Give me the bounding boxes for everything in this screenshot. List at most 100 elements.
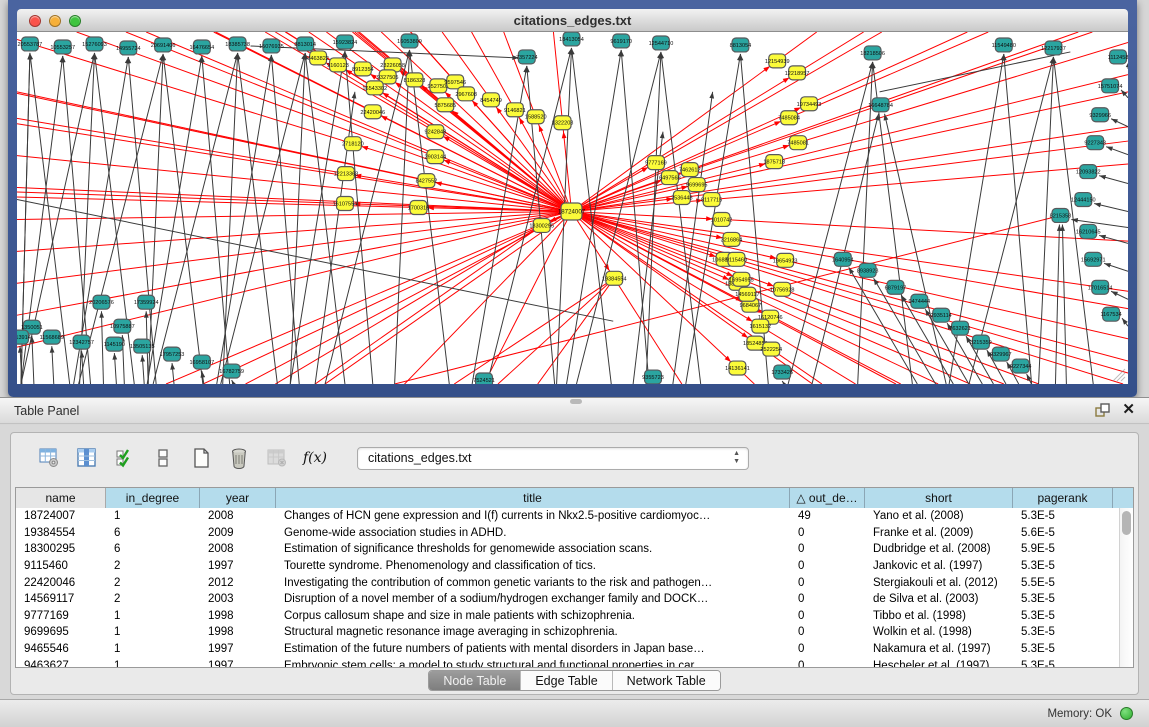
table-row[interactable]: 1456911722003Disruption of a novel membe… [16,591,1119,608]
cell-title[interactable]: Estimation of significance thresholds fo… [276,541,790,558]
cell-short[interactable]: Dudbridge et al. (2008) [865,541,1013,558]
network-canvas[interactable]: 7463822916012389123542322605893275051654… [17,32,1128,384]
cell-in_degree[interactable]: 2 [106,591,200,608]
cell-out_de[interactable]: 49 [790,508,865,525]
table-row[interactable]: 1872400712008Changes of HCN gene express… [16,508,1119,525]
cell-year[interactable]: 2012 [200,574,276,591]
cell-in_degree[interactable]: 2 [106,558,200,575]
table-selector-dropdown[interactable]: citations_edges.txt▲▼ [357,447,749,470]
cell-out_de[interactable]: 0 [790,657,865,667]
cell-year[interactable]: 1997 [200,657,276,667]
cell-title[interactable]: Corpus callosum shape and size in male p… [276,608,790,625]
cell-title[interactable]: Disruption of a novel member of a sodium… [276,591,790,608]
cell-in_degree[interactable]: 1 [106,657,200,667]
cell-short[interactable]: Stergiakouli et al. (2012) [865,574,1013,591]
cell-title[interactable]: Embryonic stem cells: a model to study s… [276,657,790,667]
column-header-short[interactable]: short [865,488,1013,508]
resize-grip-icon[interactable] [1110,366,1126,382]
show-columns-icon[interactable] [75,446,99,470]
cell-out_de[interactable]: 0 [790,591,865,608]
cell-pagerank[interactable]: 5.6E-5 [1013,525,1113,542]
cell-pagerank[interactable]: 5.3E-5 [1013,508,1113,525]
cell-year[interactable]: 1998 [200,608,276,625]
cell-pagerank[interactable]: 5.3E-5 [1013,624,1113,641]
cell-name[interactable]: 9699695 [16,624,106,641]
cell-short[interactable]: Tibbo et al. (1998) [865,608,1013,625]
cell-in_degree[interactable]: 1 [106,508,200,525]
cell-year[interactable]: 1998 [200,624,276,641]
cell-pagerank[interactable]: 5.3E-5 [1013,657,1113,667]
cell-title[interactable]: Estimation of the future numbers of pati… [276,641,790,658]
cell-title[interactable]: Investigating the contribution of common… [276,574,790,591]
cell-out_de[interactable]: 0 [790,608,865,625]
table-row[interactable]: 946362711997Embryonic stem cells: a mode… [16,657,1119,667]
column-header-in_degree[interactable]: in_degree [106,488,200,508]
table-row[interactable]: 1830029562008Estimation of significance … [16,541,1119,558]
cell-name[interactable]: 9463627 [16,657,106,667]
cell-out_de[interactable]: 0 [790,574,865,591]
cell-name[interactable]: 14569117 [16,591,106,608]
cell-name[interactable]: 18300295 [16,541,106,558]
column-visibility-icon[interactable] [113,446,137,470]
cell-year[interactable]: 2009 [200,525,276,542]
split-pane-handle[interactable] [570,399,582,404]
cell-pagerank[interactable]: 5.9E-5 [1013,541,1113,558]
function-builder-icon[interactable]: f(x) [303,446,327,470]
vertical-scrollbar[interactable] [1119,508,1133,667]
table-row[interactable]: 946554611997Estimation of the future num… [16,641,1119,658]
cell-name[interactable]: 18724007 [16,508,106,525]
cell-short[interactable]: Wolkin et al. (1998) [865,624,1013,641]
scrollbar-thumb[interactable] [1122,511,1131,535]
cell-year[interactable]: 1997 [200,641,276,658]
cell-year[interactable]: 2008 [200,541,276,558]
float-panel-icon[interactable] [1095,403,1110,418]
table-row[interactable]: 1938455462009Genome-wide association stu… [16,525,1119,542]
cell-out_de[interactable]: 0 [790,541,865,558]
cell-short[interactable]: Jankovic et al. (1997) [865,558,1013,575]
table-row[interactable]: 969969511998Structural magnetic resonanc… [16,624,1119,641]
cell-in_degree[interactable]: 1 [106,624,200,641]
cell-name[interactable]: 9115460 [16,558,106,575]
cell-short[interactable]: Hescheler et al. (1997) [865,657,1013,667]
column-header-name[interactable]: name [16,488,106,508]
delete-table-icon[interactable] [265,446,289,470]
table-row[interactable]: 977716911998Corpus callosum shape and si… [16,608,1119,625]
cell-pagerank[interactable]: 5.3E-5 [1013,591,1113,608]
tab-edge-table[interactable]: Edge Table [521,671,612,690]
cell-in_degree[interactable]: 6 [106,525,200,542]
tab-node-table[interactable]: Node Table [429,671,521,690]
cell-short[interactable]: Franke et al. (2009) [865,525,1013,542]
cell-name[interactable]: 22420046 [16,574,106,591]
column-header-out_de[interactable]: △ out_de… [790,488,865,508]
cell-in_degree[interactable]: 1 [106,608,200,625]
cell-in_degree[interactable]: 6 [106,541,200,558]
table-mode-icon[interactable] [37,446,61,470]
table-body[interactable]: 1872400712008Changes of HCN gene express… [16,508,1119,667]
cell-year[interactable]: 2008 [200,508,276,525]
cell-out_de[interactable]: 0 [790,558,865,575]
cell-year[interactable]: 1997 [200,558,276,575]
cell-out_de[interactable]: 0 [790,525,865,542]
cell-pagerank[interactable]: 5.3E-5 [1013,608,1113,625]
cell-title[interactable]: Changes of HCN gene expression and I(f) … [276,508,790,525]
cell-short[interactable]: Yano et al. (2008) [865,508,1013,525]
cell-title[interactable]: Structural magnetic resonance image aver… [276,624,790,641]
column-header-pagerank[interactable]: pagerank [1013,488,1113,508]
cell-year[interactable]: 2003 [200,591,276,608]
tab-network-table[interactable]: Network Table [613,671,720,690]
create-column-icon[interactable] [189,446,213,470]
cell-name[interactable]: 9465546 [16,641,106,658]
cell-title[interactable]: Genome-wide association studies in ADHD. [276,525,790,542]
cell-name[interactable]: 9777169 [16,608,106,625]
cell-in_degree[interactable]: 1 [106,641,200,658]
row-height-icon[interactable] [151,446,175,470]
delete-columns-icon[interactable] [227,446,251,470]
cell-short[interactable]: Nakamura et al. (1997) [865,641,1013,658]
cell-name[interactable]: 19384554 [16,525,106,542]
column-header-year[interactable]: year [200,488,276,508]
table-row[interactable]: 2242004622012Investigating the contribut… [16,574,1119,591]
cell-pagerank[interactable]: 5.3E-5 [1013,641,1113,658]
cell-title[interactable]: Tourette syndrome. Phenomenology and cla… [276,558,790,575]
close-panel-icon[interactable]: ✕ [1122,402,1135,418]
cell-out_de[interactable]: 0 [790,624,865,641]
